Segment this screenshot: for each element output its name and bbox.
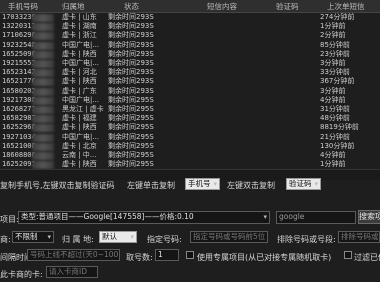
table-header: 手机号码 归属地 状态 短信内容 验证码 上次单短信 (0, 0, 380, 13)
location-cell: 虚卡 | 陕西 (62, 160, 97, 169)
count-value: 1 (158, 250, 163, 259)
card-merchant-placeholder: 请入卡商ID (49, 267, 87, 276)
operator-value: 不限制 (15, 232, 38, 241)
interval-input[interactable]: 号码上线不超过(天0~100) (27, 249, 120, 261)
filter-used-checkbox[interactable] (344, 251, 352, 259)
specified-number-label: 指定号码: (147, 235, 182, 244)
specified-number-placeholder: 指定号码或号码前5位 (193, 232, 266, 241)
redacted-region (32, 115, 54, 124)
redacted-region (32, 23, 54, 32)
redacted-region (32, 87, 54, 96)
redacted-region (32, 124, 54, 133)
redacted-region (32, 142, 54, 151)
project-select[interactable]: 类型:普通项目——Google[147558]——价格:0.10 ▾ (18, 211, 270, 224)
col-location-header[interactable]: 归属地 (62, 1, 85, 12)
redacted-region (32, 41, 54, 50)
project-search-input[interactable]: google (276, 211, 356, 224)
operator-label: 商: (0, 235, 11, 244)
left-click-copy-label: 左键单击复制 (127, 181, 175, 190)
col-last-sms-header[interactable]: 上次单短信 (327, 1, 365, 12)
col-phone-header[interactable]: 手机号码 (8, 1, 38, 12)
exclude-label: 排除号码或号段: (277, 235, 336, 244)
project-value: 类型:普通项目——Google[147558]——价格:0.10 (21, 212, 194, 221)
col-sms-header[interactable]: 短信内容 (207, 1, 237, 12)
chevron-down-icon: ▾ (47, 233, 51, 241)
specified-number-input[interactable]: 指定号码或号码前5位 (190, 231, 268, 243)
operator-select[interactable]: 不限制 ▾ (12, 231, 54, 243)
location-value: 默认 (102, 232, 117, 241)
redacted-region (32, 152, 54, 160)
status-cell: 剩余时间295S (108, 160, 154, 169)
phone-table[interactable]: 17033239 虚卡 | 山东 剩余时间293S 274分钟前 13220311 虚卡 … (0, 13, 380, 169)
col-status-header[interactable]: 状态 (124, 1, 139, 12)
chevron-down-icon: ▾ (263, 213, 267, 221)
search-project-label: 搜索项 (359, 212, 380, 221)
phone-cell: 16252091 (2, 160, 36, 169)
redacted-region (32, 78, 54, 87)
search-project-button[interactable]: 搜索项 (358, 210, 380, 224)
count-input[interactable]: 1 (155, 249, 179, 261)
exclude-placeholder: 排除号码或 (341, 232, 379, 241)
card-merchant-input[interactable]: 请入卡商ID (46, 266, 98, 278)
location-label: 归 属 地: (62, 235, 94, 244)
redacted-region (32, 32, 54, 41)
col-code-header[interactable]: 验证码 (276, 1, 299, 12)
chevron-down-icon: ▾ (130, 233, 134, 241)
chevron-down-icon: ▾ (314, 180, 318, 188)
redacted-region (32, 14, 54, 22)
redacted-region (32, 60, 54, 68)
copy-hint: 复制手机号,左键双击复制验证码 (0, 181, 115, 190)
exclude-input[interactable]: 排除号码或 (338, 231, 380, 243)
last-sms-cell: 1分钟前 (320, 160, 346, 169)
left-double-copy-value: 验证码 (289, 179, 312, 188)
redacted-region (32, 69, 54, 78)
filter-used-checkbox-label: 过滤已使 (354, 253, 380, 262)
redacted-region (32, 50, 54, 59)
redacted-region (32, 106, 54, 114)
redacted-region (32, 161, 54, 169)
interval-placeholder: 号码上线不超过(天0~100) (30, 250, 120, 259)
card-merchant-label: 此卡商的卡: (0, 270, 43, 279)
redacted-region (32, 96, 54, 105)
specify-project-checkbox[interactable] (186, 251, 194, 259)
redacted-region (32, 133, 54, 142)
left-click-copy-value: 手机号 (188, 179, 211, 188)
specify-project-checkbox-label: 使用专属项目(从已对接专属随机取卡) (197, 253, 332, 262)
chevron-down-icon: ▾ (213, 180, 217, 188)
project-search-placeholder: google (279, 212, 305, 221)
project-label: 项目: (0, 215, 19, 224)
count-label: 取号数: (126, 253, 153, 262)
left-click-copy-select[interactable]: 手机号 ▾ (185, 178, 220, 190)
left-double-copy-select[interactable]: 验证码 ▾ (286, 178, 321, 190)
location-select[interactable]: 默认 ▾ (99, 231, 137, 243)
left-double-copy-label: 左键双击复制 (227, 181, 275, 190)
table-row[interactable]: 16252091 虚卡 | 陕西 剩余时间295S 1分钟前 (0, 160, 380, 169)
